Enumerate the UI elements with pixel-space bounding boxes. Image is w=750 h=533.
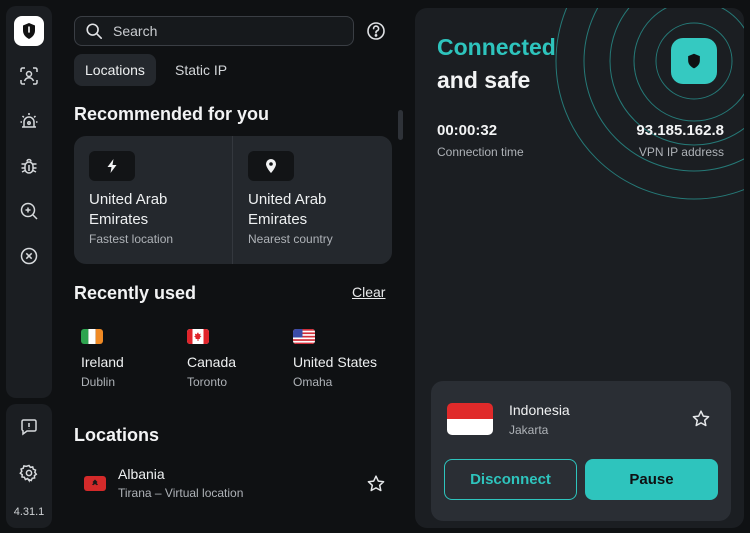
sidebar-item-threats[interactable] — [14, 151, 44, 181]
sidebar-item-identity[interactable] — [14, 61, 44, 91]
recommended-fastest[interactable]: United Arab Emirates Fastest location — [74, 136, 232, 264]
shield-icon — [688, 53, 700, 69]
sidebar-item-scan[interactable] — [14, 196, 44, 226]
tab-static-ip[interactable]: Static IP — [164, 54, 238, 86]
connected-shield-badge — [671, 38, 717, 84]
vpn-ip-value: 93.185.162.8 — [636, 122, 724, 139]
pause-button[interactable]: Pause — [585, 459, 718, 500]
albania-flag-icon — [84, 476, 106, 491]
status-title: Connected — [437, 34, 556, 60]
recent-country: United States — [293, 354, 378, 370]
sidebar-bottom: 4.31.1 — [6, 404, 52, 528]
recommended-name: United Arab Emirates — [89, 191, 168, 228]
recommended-sub: Nearest country — [248, 232, 333, 246]
status-subtitle: and safe — [437, 67, 531, 93]
vpn-ip-label: VPN IP address — [638, 145, 724, 159]
scrollbar[interactable] — [398, 110, 403, 140]
location-sub: Tirana – Virtual location — [118, 486, 244, 500]
recommended-name: United Arab Emirates — [248, 191, 327, 228]
server-city: Jakarta — [509, 423, 549, 437]
recommended-sub: Fastest location — [89, 232, 174, 246]
recent-item-canada[interactable]: Canada Toronto — [187, 326, 287, 390]
settings-button[interactable] — [14, 458, 44, 488]
close-circle-icon — [20, 247, 38, 265]
search-icon — [86, 23, 103, 40]
bug-icon — [21, 158, 37, 174]
search-zoom-icon — [20, 202, 38, 220]
us-flag-icon — [293, 329, 315, 344]
sidebar-item-vpn[interactable] — [14, 16, 44, 46]
location-pin-icon — [266, 159, 276, 173]
recent-item-united-states[interactable]: United States Omaha — [293, 326, 393, 390]
recent-country: Canada — [187, 354, 237, 370]
disconnect-button[interactable]: Disconnect — [444, 459, 577, 500]
recent-city: Omaha — [293, 375, 333, 389]
favorite-star-icon[interactable] — [366, 474, 386, 494]
alarm-icon — [20, 113, 38, 128]
recent-city: Toronto — [187, 375, 228, 389]
feedback-icon — [21, 419, 37, 436]
recommended-heading: Recommended for you — [74, 104, 270, 124]
user-scan-icon — [20, 67, 38, 85]
settings-icon — [19, 464, 38, 483]
connection-time-label: Connection time — [437, 145, 524, 159]
location-pin-icon-tile — [248, 151, 294, 181]
indonesia-flag-icon — [447, 403, 493, 435]
recent-city: Dublin — [81, 375, 116, 389]
ireland-flag-icon — [81, 329, 103, 344]
tab-locations[interactable]: Locations — [74, 54, 156, 86]
location-country: Albania — [118, 466, 165, 482]
connection-time-value: 00:00:32 — [437, 122, 498, 139]
feedback-button[interactable] — [14, 412, 44, 442]
shield-icon — [23, 23, 35, 39]
recommended-nearest[interactable]: United Arab Emirates Nearest country — [233, 136, 391, 264]
current-server-card: Indonesia Jakarta Disconnect Pause — [431, 381, 731, 521]
location-row-albania[interactable]: Albania Tirana – Virtual location — [74, 458, 394, 506]
clear-recent-link[interactable]: Clear — [352, 284, 385, 300]
sidebar-item-blocker[interactable] — [14, 241, 44, 271]
connection-panel: Connected and safe 00:00:32 Connection t… — [415, 8, 744, 528]
app-version: 4.31.1 — [13, 506, 45, 518]
favorite-star-icon[interactable] — [691, 409, 711, 429]
lightning-icon-tile — [89, 151, 135, 181]
recent-item-ireland[interactable]: Ireland Dublin — [81, 326, 181, 390]
recent-country: Ireland — [81, 354, 124, 370]
search-box[interactable] — [74, 16, 354, 46]
canada-flag-icon — [187, 329, 209, 344]
search-input[interactable] — [113, 23, 343, 39]
lightning-icon — [107, 159, 117, 173]
help-icon[interactable] — [366, 21, 386, 41]
recent-heading: Recently used — [74, 283, 197, 303]
sidebar-item-alerts[interactable] — [14, 106, 44, 136]
locations-heading: Locations — [74, 425, 160, 445]
server-country: Indonesia — [509, 402, 570, 418]
sidebar — [6, 6, 52, 398]
recommended-card: United Arab Emirates Fastest location Un… — [74, 136, 392, 264]
